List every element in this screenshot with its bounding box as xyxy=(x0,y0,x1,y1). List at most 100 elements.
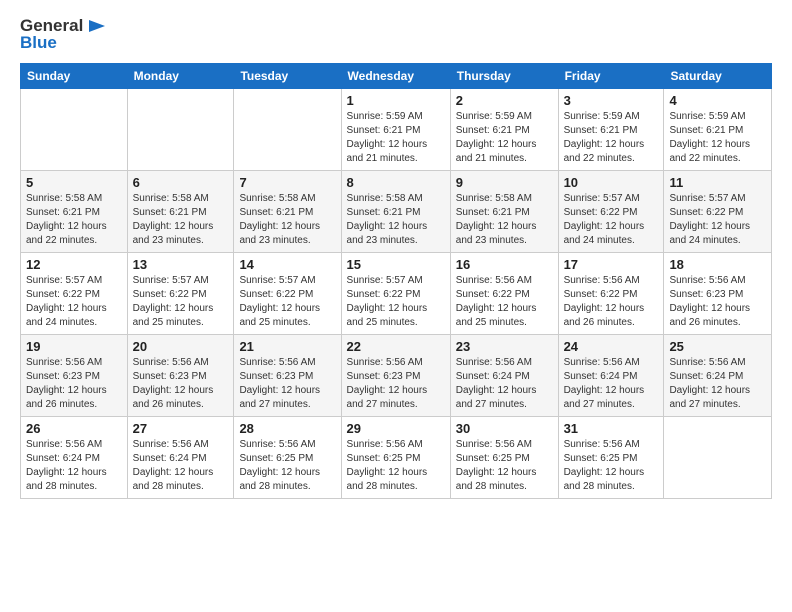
cell-info: Sunrise: 5:58 AM Sunset: 6:21 PM Dayligh… xyxy=(456,192,553,248)
calendar-cell xyxy=(664,416,772,498)
cell-info: Sunrise: 5:56 AM Sunset: 6:25 PM Dayligh… xyxy=(239,438,335,494)
cell-info: Sunrise: 5:56 AM Sunset: 6:25 PM Dayligh… xyxy=(347,438,445,494)
week-row-1: 1 Sunrise: 5:59 AM Sunset: 6:21 PM Daylig… xyxy=(21,88,772,170)
weekday-header-monday: Monday xyxy=(127,63,234,88)
cell-info: Sunrise: 5:57 AM Sunset: 6:22 PM Dayligh… xyxy=(564,192,659,248)
cell-day-number: 9 xyxy=(456,175,553,190)
cell-day-number: 29 xyxy=(347,421,445,436)
cell-info: Sunrise: 5:56 AM Sunset: 6:22 PM Dayligh… xyxy=(564,274,659,330)
cell-day-number: 20 xyxy=(133,339,229,354)
calendar-cell: 22 Sunrise: 5:56 AM Sunset: 6:23 PM Dayli… xyxy=(341,334,450,416)
calendar-cell: 30 Sunrise: 5:56 AM Sunset: 6:25 PM Dayli… xyxy=(450,416,558,498)
logo-arrow-icon xyxy=(85,16,105,36)
cell-day-number: 18 xyxy=(669,257,766,272)
calendar-cell: 3 Sunrise: 5:59 AM Sunset: 6:21 PM Daylig… xyxy=(558,88,664,170)
calendar-cell: 4Sunrise: 5:59 AM Sunset: 6:21 PM Daylig… xyxy=(664,88,772,170)
weekday-header-saturday: Saturday xyxy=(664,63,772,88)
cell-day-number: 28 xyxy=(239,421,335,436)
calendar-cell: 18Sunrise: 5:56 AM Sunset: 6:23 PM Dayli… xyxy=(664,252,772,334)
calendar-cell: 2Sunrise: 5:59 AM Sunset: 6:21 PM Daylig… xyxy=(450,88,558,170)
cell-info: Sunrise: 5:56 AM Sunset: 6:23 PM Dayligh… xyxy=(26,356,122,412)
cell-day-number: 17 xyxy=(564,257,659,272)
cell-info: Sunrise: 5:59 AM Sunset: 6:21 PM Dayligh… xyxy=(456,110,553,166)
cell-day-number: 4 xyxy=(669,93,766,108)
calendar-cell: 11 Sunrise: 5:57 AM Sunset: 6:22 PM Dayli… xyxy=(664,170,772,252)
cell-day-number: 6 xyxy=(133,175,229,190)
week-row-3: 12 Sunrise: 5:57 AM Sunset: 6:22 PM Dayli… xyxy=(21,252,772,334)
cell-info: Sunrise: 5:56 AM Sunset: 6:24 PM Dayligh… xyxy=(669,356,766,412)
cell-day-number: 31 xyxy=(564,421,659,436)
cell-info: Sunrise: 5:57 AM Sunset: 6:22 PM Dayligh… xyxy=(26,274,122,330)
calendar-cell: 13Sunrise: 5:57 AM Sunset: 6:22 PM Dayli… xyxy=(127,252,234,334)
cell-day-number: 27 xyxy=(133,421,229,436)
calendar-cell: 24 Sunrise: 5:56 AM Sunset: 6:24 PM Dayli… xyxy=(558,334,664,416)
weekday-header-friday: Friday xyxy=(558,63,664,88)
cell-info: Sunrise: 5:56 AM Sunset: 6:24 PM Dayligh… xyxy=(564,356,659,412)
weekday-header-thursday: Thursday xyxy=(450,63,558,88)
weekday-header-wednesday: Wednesday xyxy=(341,63,450,88)
calendar-cell: 21 Sunrise: 5:56 AM Sunset: 6:23 PM Dayli… xyxy=(234,334,341,416)
calendar-cell xyxy=(21,88,128,170)
weekday-header-row: SundayMondayTuesdayWednesdayThursdayFrid… xyxy=(21,63,772,88)
calendar-cell xyxy=(127,88,234,170)
cell-info: Sunrise: 5:56 AM Sunset: 6:23 PM Dayligh… xyxy=(347,356,445,412)
cell-day-number: 13 xyxy=(133,257,229,272)
logo: General Blue xyxy=(20,16,105,53)
cell-day-number: 3 xyxy=(564,93,659,108)
cell-day-number: 22 xyxy=(347,339,445,354)
cell-info: Sunrise: 5:57 AM Sunset: 6:22 PM Dayligh… xyxy=(669,192,766,248)
cell-day-number: 30 xyxy=(456,421,553,436)
cell-info: Sunrise: 5:56 AM Sunset: 6:24 PM Dayligh… xyxy=(26,438,122,494)
weekday-header-sunday: Sunday xyxy=(21,63,128,88)
cell-day-number: 16 xyxy=(456,257,553,272)
calendar-cell: 23 Sunrise: 5:56 AM Sunset: 6:24 PM Dayli… xyxy=(450,334,558,416)
calendar-cell: 14 Sunrise: 5:57 AM Sunset: 6:22 PM Dayli… xyxy=(234,252,341,334)
cell-day-number: 14 xyxy=(239,257,335,272)
week-row-4: 19 Sunrise: 5:56 AM Sunset: 6:23 PM Dayli… xyxy=(21,334,772,416)
cell-info: Sunrise: 5:56 AM Sunset: 6:22 PM Dayligh… xyxy=(456,274,553,330)
cell-day-number: 21 xyxy=(239,339,335,354)
calendar-cell: 20 Sunrise: 5:56 AM Sunset: 6:23 PM Dayli… xyxy=(127,334,234,416)
logo-text-block: General Blue xyxy=(20,16,105,53)
calendar-cell: 25 Sunrise: 5:56 AM Sunset: 6:24 PM Dayli… xyxy=(664,334,772,416)
calendar-cell: 8Sunrise: 5:58 AM Sunset: 6:21 PM Daylig… xyxy=(341,170,450,252)
cell-info: Sunrise: 5:58 AM Sunset: 6:21 PM Dayligh… xyxy=(26,192,122,248)
logo-blue: Blue xyxy=(20,34,105,53)
cell-day-number: 24 xyxy=(564,339,659,354)
cell-info: Sunrise: 5:57 AM Sunset: 6:22 PM Dayligh… xyxy=(239,274,335,330)
cell-info: Sunrise: 5:56 AM Sunset: 6:24 PM Dayligh… xyxy=(456,356,553,412)
calendar-cell: 28 Sunrise: 5:56 AM Sunset: 6:25 PM Dayli… xyxy=(234,416,341,498)
cell-day-number: 25 xyxy=(669,339,766,354)
cell-info: Sunrise: 5:56 AM Sunset: 6:25 PM Dayligh… xyxy=(456,438,553,494)
calendar-table: SundayMondayTuesdayWednesdayThursdayFrid… xyxy=(20,63,772,499)
calendar-cell: 6 Sunrise: 5:58 AM Sunset: 6:21 PM Daylig… xyxy=(127,170,234,252)
cell-day-number: 11 xyxy=(669,175,766,190)
cell-info: Sunrise: 5:56 AM Sunset: 6:23 PM Dayligh… xyxy=(133,356,229,412)
cell-info: Sunrise: 5:57 AM Sunset: 6:22 PM Dayligh… xyxy=(347,274,445,330)
calendar-cell: 7Sunrise: 5:58 AM Sunset: 6:21 PM Daylig… xyxy=(234,170,341,252)
cell-info: Sunrise: 5:59 AM Sunset: 6:21 PM Dayligh… xyxy=(564,110,659,166)
calendar-cell: 27 Sunrise: 5:56 AM Sunset: 6:24 PM Dayli… xyxy=(127,416,234,498)
cell-info: Sunrise: 5:58 AM Sunset: 6:21 PM Dayligh… xyxy=(133,192,229,248)
page: General Blue SundayMondayTuesdayWednesda… xyxy=(0,0,792,612)
cell-day-number: 8 xyxy=(347,175,445,190)
cell-day-number: 12 xyxy=(26,257,122,272)
calendar-cell: 15 Sunrise: 5:57 AM Sunset: 6:22 PM Dayli… xyxy=(341,252,450,334)
calendar-cell: 31Sunrise: 5:56 AM Sunset: 6:25 PM Dayli… xyxy=(558,416,664,498)
week-row-2: 5 Sunrise: 5:58 AM Sunset: 6:21 PM Daylig… xyxy=(21,170,772,252)
cell-info: Sunrise: 5:56 AM Sunset: 6:24 PM Dayligh… xyxy=(133,438,229,494)
calendar-cell: 16 Sunrise: 5:56 AM Sunset: 6:22 PM Dayli… xyxy=(450,252,558,334)
calendar-cell xyxy=(234,88,341,170)
calendar-cell: 29 Sunrise: 5:56 AM Sunset: 6:25 PM Dayli… xyxy=(341,416,450,498)
cell-day-number: 23 xyxy=(456,339,553,354)
weekday-header-tuesday: Tuesday xyxy=(234,63,341,88)
cell-day-number: 5 xyxy=(26,175,122,190)
cell-day-number: 7 xyxy=(239,175,335,190)
cell-day-number: 26 xyxy=(26,421,122,436)
cell-day-number: 1 xyxy=(347,93,445,108)
cell-day-number: 19 xyxy=(26,339,122,354)
cell-info: Sunrise: 5:56 AM Sunset: 6:23 PM Dayligh… xyxy=(239,356,335,412)
calendar-cell: 19 Sunrise: 5:56 AM Sunset: 6:23 PM Dayli… xyxy=(21,334,128,416)
calendar-cell: 10Sunrise: 5:57 AM Sunset: 6:22 PM Dayli… xyxy=(558,170,664,252)
cell-day-number: 15 xyxy=(347,257,445,272)
